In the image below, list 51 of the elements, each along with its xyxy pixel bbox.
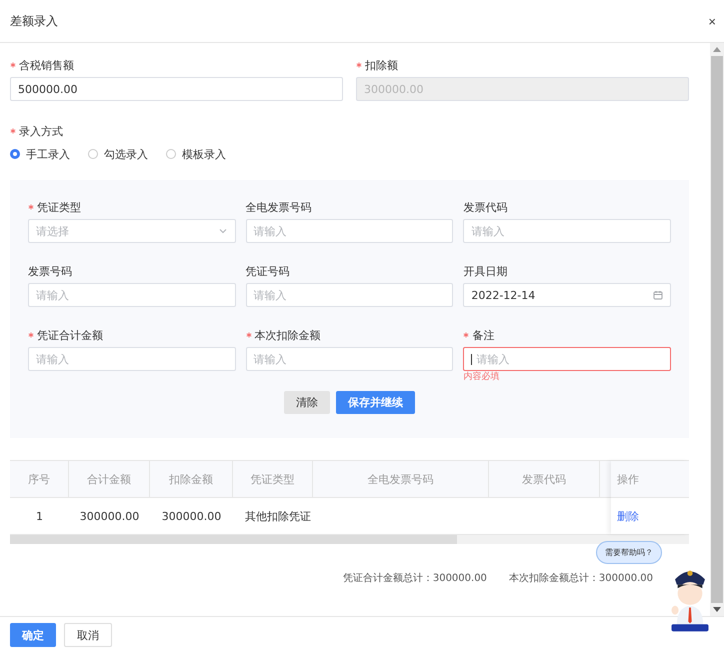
input-field[interactable]: 请输入 bbox=[463, 219, 671, 243]
input-field[interactable]: 请输入 bbox=[246, 219, 454, 243]
close-button[interactable]: × bbox=[708, 14, 716, 28]
input-field[interactable]: 请输入 bbox=[463, 347, 671, 371]
total-text: 凭证合计金额总计：300000.00 bbox=[342, 572, 487, 585]
input-field[interactable]: 请输入 bbox=[246, 347, 454, 371]
column-header: 全电发票号码 bbox=[313, 461, 489, 497]
field-label: 凭证合计金额 bbox=[37, 328, 103, 342]
delete-link[interactable]: 删除 bbox=[617, 508, 639, 524]
clear-button[interactable]: 清除 bbox=[284, 391, 330, 414]
field-label: 发票号码 bbox=[28, 264, 72, 278]
column-header: 发票代码 bbox=[489, 461, 600, 497]
total-text: 本次扣除金额总计：300000.00 bbox=[508, 572, 653, 585]
column-header: 凭证类型 bbox=[233, 461, 313, 497]
field-label: 凭证号码 bbox=[246, 264, 290, 278]
radio-option[interactable]: 模板录入 bbox=[166, 146, 226, 162]
input-field[interactable]: 请输入 bbox=[28, 347, 236, 371]
select-field[interactable]: 请选择 bbox=[28, 219, 236, 243]
error-message: 内容必填 bbox=[463, 371, 500, 383]
column-header: 扣除金额 bbox=[150, 461, 233, 497]
table-cell-text: 300000.00 bbox=[160, 508, 222, 524]
confirm-button[interactable]: 确定 bbox=[10, 623, 56, 647]
field-label: 含税销售额 bbox=[19, 58, 74, 72]
date-field[interactable]: 2022-12-14 bbox=[463, 283, 671, 307]
input-field[interactable]: 请输入 bbox=[28, 283, 236, 307]
column-header: 合计金额 bbox=[69, 461, 150, 497]
dialog-title: 差额录入 bbox=[10, 12, 58, 30]
radio-option[interactable]: 勾选录入 bbox=[88, 146, 148, 162]
input-field[interactable]: 请输入 bbox=[246, 283, 454, 307]
field-label: 录入方式 bbox=[19, 124, 63, 138]
field-label: 发票代码 bbox=[463, 200, 508, 214]
field-label: 全电发票号码 bbox=[246, 200, 312, 214]
field-label: 凭证类型 bbox=[37, 200, 81, 214]
field-label: 扣除额 bbox=[365, 58, 398, 72]
horizontal-scrollbar[interactable] bbox=[10, 535, 689, 544]
column-header: 操作 bbox=[611, 461, 689, 498]
save-button[interactable]: 保存并继续 bbox=[336, 391, 415, 414]
cancel-button[interactable]: 取消 bbox=[64, 623, 112, 647]
table-cell-text: 300000.00 bbox=[78, 508, 140, 524]
radio-option[interactable]: 手工录入 bbox=[10, 146, 70, 162]
input-field[interactable]: 500000.00 bbox=[10, 77, 343, 101]
column-header: 序号 bbox=[10, 461, 69, 497]
field-label: 开具日期 bbox=[463, 264, 508, 278]
calendar-icon bbox=[653, 290, 663, 300]
field-label: 备注 bbox=[472, 328, 494, 342]
table-cell-text: 其他扣除凭证 bbox=[244, 508, 312, 524]
chevron-down-icon bbox=[218, 226, 228, 236]
vertical-scrollbar[interactable] bbox=[710, 43, 724, 616]
table-cell-text: 1 bbox=[35, 508, 44, 524]
help-bubble[interactable]: 需要帮助吗？ bbox=[596, 541, 662, 564]
field-label: 本次扣除金额 bbox=[254, 328, 321, 342]
